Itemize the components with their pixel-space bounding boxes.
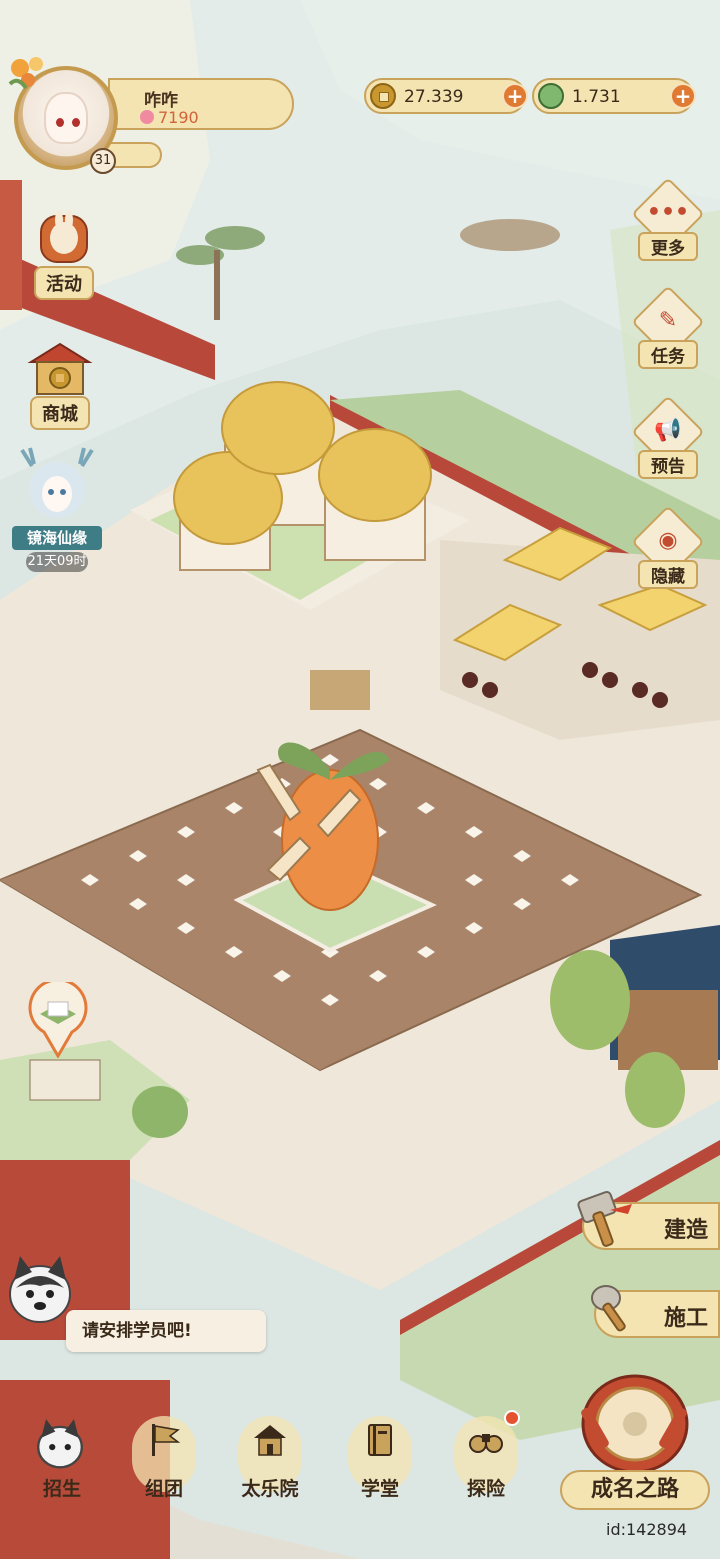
player-profile[interactable]: 咋咋 7190 31 (8, 57, 298, 180)
player-level: 31 (90, 148, 116, 174)
shop-label: 商城 (30, 396, 90, 430)
team-button[interactable]: 组团 (126, 1416, 202, 1506)
construct-button[interactable]: 施工 (591, 1285, 720, 1338)
flower-icon (140, 110, 154, 124)
player-points: 7190 (158, 108, 199, 127)
jade-value: 1.731 (572, 87, 621, 107)
event-timer: 21天09时 (26, 552, 88, 572)
more-icon: ••• (646, 200, 690, 225)
explore-button[interactable]: 探险 (448, 1410, 524, 1506)
music-hall-button[interactable]: 太乐院 (232, 1416, 308, 1506)
hammer-icon (577, 1190, 632, 1247)
avatar-eye (56, 118, 64, 127)
recruit-label: 招生 (42, 1478, 81, 1500)
recruit-button[interactable]: 招生 (24, 1416, 100, 1506)
avatar-face (44, 92, 88, 144)
jade-icon (538, 83, 564, 109)
activity-icon (40, 210, 88, 263)
more-button[interactable]: ••• 更多 (630, 177, 706, 274)
explore-label: 探险 (466, 1478, 505, 1500)
flower-deco-icon (8, 57, 43, 90)
shovel-icon (591, 1285, 626, 1332)
event-label: 镜海仙缘 (12, 526, 102, 550)
school-button[interactable]: 学堂 (342, 1416, 418, 1506)
team-label: 组团 (144, 1478, 183, 1500)
build-label: 建造 (663, 1218, 708, 1243)
book-icon (368, 1424, 392, 1456)
shop-icon (27, 342, 93, 395)
announce-button[interactable]: 📢 预告 (630, 395, 706, 492)
hide-label: 隐藏 (638, 560, 698, 589)
build-button[interactable]: 建造 (577, 1190, 720, 1250)
add-gold-button[interactable]: + (502, 83, 528, 109)
school-label: 学堂 (360, 1478, 399, 1500)
coin-icon (370, 83, 396, 109)
house-icon (254, 1425, 286, 1456)
player-name-plate: 咋咋 7190 (108, 78, 294, 130)
announce-label: 预告 (638, 450, 698, 479)
recruit-icon (37, 1419, 83, 1469)
avatar-eye (72, 118, 80, 127)
fame-road-button[interactable]: 成名之路 (560, 1366, 710, 1516)
construct-label: 施工 (663, 1306, 708, 1331)
fame-road-label: 成名之路 (560, 1470, 710, 1510)
flag-icon (152, 1424, 181, 1456)
more-label: 更多 (638, 232, 698, 261)
activity-label: 活动 (34, 266, 94, 300)
gold-value: 27.339 (404, 87, 464, 107)
binoculars-icon (469, 1434, 503, 1453)
task-label: 任务 (638, 340, 698, 369)
shop-button[interactable]: 商城 (14, 338, 106, 430)
hide-button[interactable]: ◉ 隐藏 (630, 505, 706, 602)
user-id: id:142894 (606, 1520, 688, 1539)
activity-button[interactable]: 活动 (18, 208, 110, 300)
immortal-event-icon (20, 447, 94, 518)
notification-dot (504, 1410, 520, 1426)
jade-counter: 1.731 + (532, 78, 696, 114)
megaphone-icon: 📢 (654, 418, 682, 443)
add-jade-button[interactable]: + (670, 83, 696, 109)
eye-icon: ◉ (658, 528, 678, 553)
event-button[interactable]: 镜海仙缘 21天09时 (12, 446, 102, 576)
drum-icon (581, 1374, 689, 1474)
task-icon: ✎ (658, 308, 678, 333)
tofu-pin-icon[interactable] (26, 982, 90, 1058)
music-hall-label: 太乐院 (241, 1478, 299, 1500)
hint-bubble[interactable]: 请安排学员吧! (66, 1310, 266, 1352)
task-button[interactable]: ✎ 任务 (630, 285, 706, 382)
gold-counter: 27.339 + (364, 78, 528, 114)
